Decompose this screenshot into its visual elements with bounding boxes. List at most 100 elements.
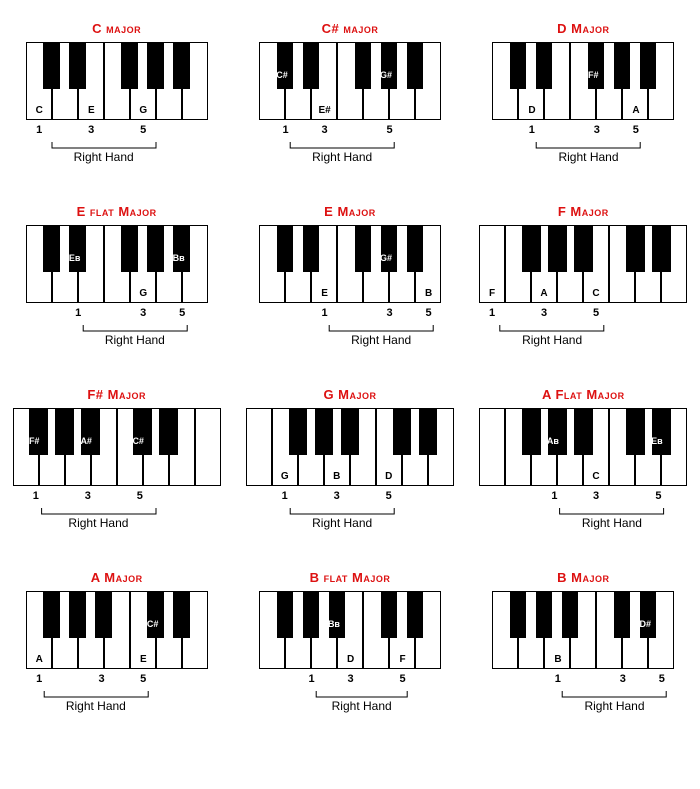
hand-bracket: Right Hand	[492, 142, 674, 170]
black-key	[381, 225, 397, 272]
note-label: D	[382, 471, 396, 482]
note-label: F#	[677, 619, 691, 629]
black-key	[614, 591, 630, 638]
note-label: F	[396, 654, 410, 665]
note-label: C	[589, 471, 603, 482]
black-key	[43, 42, 59, 89]
black-key	[121, 42, 137, 89]
note-label: D	[525, 105, 539, 116]
black-key	[277, 225, 293, 272]
chord-diagram: C# majorE#C#G#135Right Hand	[243, 20, 456, 175]
note-label: C	[589, 288, 603, 299]
hand-label: Right Hand	[316, 699, 407, 713]
finger-number: 3	[82, 490, 94, 502]
hand-label: Right Hand	[560, 516, 664, 530]
white-key	[246, 408, 272, 486]
finger-row: 135	[479, 490, 687, 508]
note-label: G	[136, 105, 150, 116]
black-key	[173, 42, 189, 89]
note-label: Bʙ	[172, 253, 186, 263]
black-key	[329, 591, 345, 638]
note-label: C#	[275, 70, 289, 80]
black-key	[341, 408, 360, 455]
chord-diagram: E MajorEBG#135Right Hand	[243, 203, 456, 358]
piano-keyboard: CAʙEʙ	[479, 408, 687, 486]
finger-number: 5	[397, 673, 409, 685]
black-key	[173, 591, 189, 638]
hand-label: Right Hand	[52, 150, 156, 164]
black-key	[55, 408, 74, 455]
finger-number: 5	[423, 307, 435, 319]
finger-number: 5	[656, 673, 668, 685]
note-label: D	[344, 654, 358, 665]
hand-bracket: Right Hand	[259, 691, 441, 719]
chord-diagram: B flat MajorDFBʙ135Right Hand	[243, 569, 456, 724]
hand-bracket: Right Hand	[259, 142, 441, 170]
finger-number: 5	[590, 307, 602, 319]
black-key	[640, 42, 656, 89]
hand-bracket: Right Hand	[479, 325, 687, 353]
finger-row: 135	[26, 307, 208, 325]
hand-label: Right Hand	[290, 150, 394, 164]
black-key	[381, 591, 397, 638]
finger-row: 135	[13, 490, 221, 508]
finger-row: 135	[259, 673, 441, 691]
black-key	[355, 42, 371, 89]
finger-row: 135	[479, 307, 687, 325]
chord-title: F Major	[558, 204, 609, 219]
piano-keyboard: DAF#	[492, 42, 674, 120]
black-key	[407, 225, 423, 272]
black-key	[548, 408, 567, 455]
black-key	[536, 42, 552, 89]
piano-keyboard: CEG	[26, 42, 208, 120]
note-label: B	[551, 654, 565, 665]
hand-label: Right Hand	[44, 699, 148, 713]
hand-bracket: Right Hand	[26, 142, 208, 170]
hand-bracket: Right Hand	[479, 508, 687, 536]
finger-number: 3	[617, 673, 629, 685]
black-key	[69, 225, 85, 272]
black-key	[277, 42, 293, 89]
chord-title: B Major	[557, 570, 609, 585]
white-key	[195, 408, 221, 486]
piano-keyboard: D F Bʙ	[259, 591, 441, 669]
finger-number: 3	[591, 124, 603, 136]
finger-number: 5	[176, 307, 188, 319]
piano-keyboard: FAC	[479, 225, 687, 303]
piano-keyboard: BD#F#	[492, 591, 674, 669]
black-key	[303, 42, 319, 89]
black-key	[652, 225, 671, 272]
chord-title: A Flat Major	[542, 387, 625, 402]
finger-number: 1	[33, 124, 45, 136]
black-key	[43, 225, 59, 272]
piano-keyboard: GEʙBʙ	[26, 225, 208, 303]
black-key	[548, 225, 567, 272]
black-key	[588, 42, 604, 89]
black-key	[277, 591, 293, 638]
note-label: Eʙ	[68, 253, 82, 263]
black-key	[303, 225, 319, 272]
black-key	[574, 408, 593, 455]
black-key	[393, 408, 412, 455]
finger-row: 135	[246, 490, 454, 508]
black-key	[173, 225, 189, 272]
black-key	[522, 408, 541, 455]
black-key	[626, 408, 645, 455]
finger-number: 5	[384, 124, 396, 136]
chord-title: E Major	[324, 204, 376, 219]
finger-number: 3	[331, 490, 343, 502]
finger-number: 3	[96, 673, 108, 685]
hand-label: Right Hand	[537, 150, 641, 164]
black-key	[536, 591, 552, 638]
chord-title: C# major	[322, 21, 379, 36]
note-label: D#	[638, 619, 652, 629]
finger-number: 5	[137, 124, 149, 136]
note-label: B	[422, 288, 436, 299]
note-label: Bʙ	[327, 619, 341, 629]
black-key	[419, 408, 438, 455]
note-label: F#	[586, 70, 600, 80]
black-key	[81, 408, 100, 455]
hand-bracket: Right Hand	[26, 691, 208, 719]
finger-row: 135	[259, 307, 441, 325]
note-label: C#	[131, 436, 145, 446]
